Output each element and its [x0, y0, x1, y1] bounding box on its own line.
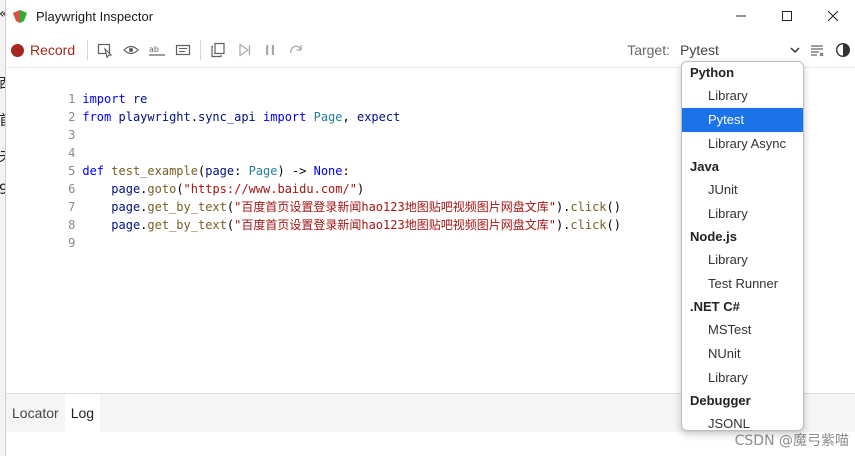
record-label: Record [30, 42, 76, 58]
dropdown-option[interactable]: Library [682, 248, 803, 272]
title-bar: Playwright Inspector [6, 0, 855, 32]
theme-toggle-button[interactable] [832, 39, 854, 61]
resume-icon [239, 43, 251, 57]
dropdown-option[interactable]: Pytest [682, 108, 803, 132]
assert-visibility-button[interactable] [120, 39, 142, 61]
dropdown-option[interactable]: MSTest [682, 318, 803, 342]
pick-locator-button[interactable] [94, 39, 116, 61]
code-line: 2 from playwright.sync_api import Page, e… [6, 90, 400, 124]
minimize-button[interactable] [718, 0, 764, 32]
code-text: from playwright.sync_api import Page, ex… [82, 110, 401, 124]
dropdown-option[interactable]: JUnit [682, 178, 803, 202]
code-text: page.get_by_text("百度首页设置登录新闻hao123地图贴吧视频… [111, 218, 621, 232]
code-line: 5 def test_example(page: Page) -> None: [6, 144, 350, 178]
minimize-icon [736, 15, 746, 17]
watermark: CSDN @魔弓紫喵 [734, 433, 849, 449]
dropdown-option[interactable]: Library [682, 84, 803, 108]
record-dot-icon [11, 43, 24, 57]
maximize-icon [782, 11, 792, 21]
eye-icon [123, 45, 139, 55]
code-line: 1 import re [6, 72, 147, 106]
code-line: 8 page.get_by_text("百度首页设置登录新闻hao123地图贴吧… [6, 198, 621, 232]
code-line: 6 page.goto("https://www.baidu.com/") [6, 162, 364, 196]
record-button[interactable]: Record [11, 38, 83, 62]
code-line: 7 page.get_by_text("百度首页设置登录新闻hao123地图贴吧… [6, 180, 621, 214]
assert-text-icon: ab [149, 45, 166, 56]
pick-locator-icon [98, 43, 113, 58]
clear-button[interactable] [806, 39, 828, 61]
target-select-value: Pytest [680, 42, 719, 58]
tab-locator[interactable]: Locator [6, 394, 65, 433]
step-over-icon [290, 45, 302, 54]
dropdown-group-label: .NET C# [690, 299, 740, 314]
contrast-icon [835, 42, 851, 58]
step-over-button[interactable] [285, 39, 307, 61]
pause-icon [266, 45, 275, 55]
dropdown-group-label: Node.js [690, 229, 737, 244]
line-number: 9 [68, 236, 76, 250]
chevron-down-icon [790, 47, 800, 54]
dropdown-group-label: Python [690, 65, 735, 80]
toolbar-divider [200, 40, 202, 60]
assert-value-icon [176, 44, 191, 56]
target-label: Target: [627, 42, 670, 58]
window-title: Playwright Inspector [36, 8, 154, 24]
code-line: 3 [6, 108, 82, 142]
close-button[interactable] [810, 0, 855, 32]
copy-icon [211, 42, 225, 58]
assert-text-button[interactable]: ab [146, 39, 168, 61]
dropdown-option[interactable]: NUnit [682, 342, 803, 366]
dropdown-option[interactable]: JSONL [682, 412, 803, 430]
toolbar-divider [87, 40, 89, 60]
dropdown-option[interactable]: Test Runner [682, 272, 803, 296]
dropdown-option[interactable]: Library [682, 366, 803, 390]
resume-button[interactable] [233, 39, 255, 61]
log-panel [6, 432, 855, 456]
copy-button[interactable] [207, 39, 229, 61]
assert-value-button[interactable] [172, 39, 194, 61]
svg-text:ab: ab [149, 45, 159, 54]
playwright-logo-icon [13, 10, 27, 23]
dropdown-group-label: Java [690, 159, 719, 174]
target-select[interactable]: Pytest [680, 39, 800, 61]
dropdown-group-label: Debugger [690, 393, 751, 408]
pause-button[interactable] [259, 39, 281, 61]
code-line: 9 [6, 216, 82, 250]
code-line: 4 [6, 126, 82, 160]
dropdown-option[interactable]: Library Async [682, 132, 803, 156]
maximize-button[interactable] [764, 0, 810, 32]
dropdown-option[interactable]: Library [682, 202, 803, 226]
target-dropdown-menu: Python Library Pytest Library Async Java JUni… [681, 61, 804, 431]
close-icon [828, 11, 838, 21]
lines-icon [811, 45, 824, 57]
tab-log[interactable]: Log [64, 394, 101, 433]
